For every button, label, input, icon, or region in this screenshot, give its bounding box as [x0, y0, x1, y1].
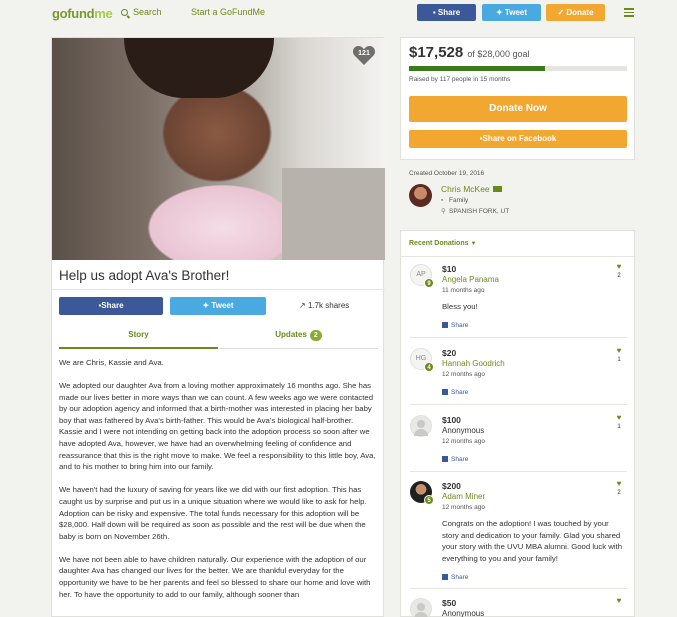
heart-icon: ♥	[616, 346, 622, 355]
facebook-icon	[442, 322, 448, 328]
location-pin-icon: ⚲	[441, 208, 446, 215]
recent-donations-card: Recent Donations ▼ AP 9 $10 Angela Panama…	[400, 230, 636, 617]
tag-icon: ▪	[441, 197, 444, 204]
campaign-card: 121 Help us adopt Ava's Brother! ▪Share …	[51, 37, 385, 617]
recent-donations-header[interactable]: Recent Donations ▼	[409, 240, 476, 247]
chevron-down-icon: ▼	[470, 241, 477, 247]
donor-name[interactable]: Adam Miner	[442, 492, 485, 501]
share-row: ▪Share ✦ Tweet ↗ 1.7k shares	[52, 289, 385, 326]
donor-name: Anonymous	[442, 426, 485, 435]
raised-by-text: Raised by 117 people in 15 months	[409, 76, 511, 83]
donor-badge: 4	[424, 362, 434, 372]
content-tabs: Story Updates 2	[59, 325, 378, 349]
like-button[interactable]: ♥ 1	[614, 346, 624, 363]
organizer-name[interactable]: Chris McKee	[441, 184, 502, 194]
created-date: Created October 19, 2016	[409, 170, 485, 177]
heart-icon: ♥	[616, 479, 622, 488]
header-donate-button[interactable]: ✓ Donate	[546, 4, 605, 21]
share-count: ↗ 1.7k shares	[299, 301, 350, 310]
menu-icon[interactable]	[624, 8, 634, 19]
donation-amount: $100	[442, 415, 461, 425]
like-button[interactable]: ♥ 2	[614, 262, 624, 279]
heart-count-badge[interactable]: 121	[352, 44, 376, 66]
facebook-icon	[442, 389, 448, 395]
envelope-icon[interactable]	[492, 186, 502, 192]
donation-time: 12 months ago	[442, 504, 486, 511]
donation-share-link[interactable]: Share	[442, 322, 468, 329]
story-paragraph: We adopted our daughter Ava from a lovin…	[59, 381, 376, 472]
anonymous-avatar-icon	[410, 598, 432, 617]
header-tweet-button[interactable]: ✦ Tweet	[482, 4, 541, 21]
trending-icon: ↗	[299, 301, 308, 310]
donor-name[interactable]: Angela Panama	[442, 275, 499, 284]
like-button[interactable]: ♥ 1	[614, 413, 624, 430]
donor-badge: 5	[424, 495, 434, 505]
search-link[interactable]: Search	[121, 7, 162, 17]
donation-time: 12 months ago	[442, 438, 486, 445]
campaign-title: Help us adopt Ava's Brother!	[59, 268, 230, 283]
donation-message: Congrats on the adoption! I was touched …	[442, 519, 623, 563]
story-paragraph: We are Chris, Kassie and Ava.	[59, 358, 164, 367]
story-paragraph: We have not been able to have children n…	[59, 554, 371, 599]
like-button[interactable]: ♥ 2	[614, 479, 624, 496]
donor-badge: 9	[424, 278, 434, 288]
tab-updates[interactable]: Updates 2	[219, 325, 378, 349]
heart-icon: ♥	[616, 413, 622, 422]
donation-amount: $50	[442, 598, 457, 608]
donation-share-link[interactable]: Share	[442, 456, 468, 463]
search-icon	[121, 9, 128, 16]
facebook-share-button[interactable]: ▪Share	[59, 297, 163, 315]
goal-card: $17,528 of $28,000 goal Raised by 117 pe…	[400, 37, 635, 160]
header-facebook-share-button[interactable]: ▪ Share	[417, 4, 476, 21]
facebook-icon	[442, 456, 448, 462]
donation-time: 11 months ago	[442, 287, 485, 294]
donation-message: Bless you!	[442, 302, 478, 311]
organizer-category: ▪ Family	[441, 197, 469, 204]
heart-icon: ♥	[616, 596, 622, 605]
top-nav: gofundme Search Start a GoFundMe ▪ Share…	[0, 0, 677, 26]
donation-amount: $20	[442, 348, 457, 358]
twitter-icon: ✦	[495, 8, 505, 17]
organizer: Chris McKee ▪ Family ⚲ SPANISH FORK, UT	[409, 184, 629, 220]
donation-share-link[interactable]: Share	[442, 389, 468, 396]
gofundme-logo[interactable]: gofundme	[52, 6, 113, 21]
donation-share-link[interactable]: Share	[442, 574, 468, 581]
donor-name[interactable]: Hannah Goodrich	[442, 359, 505, 368]
story-paragraph: We haven't had the luxury of saving for …	[59, 485, 367, 541]
amount-raised: $17,528 of $28,000 goal	[409, 44, 530, 61]
organizer-avatar	[409, 184, 432, 207]
tweet-button[interactable]: ✦ Tweet	[170, 297, 266, 315]
tab-story[interactable]: Story	[59, 325, 218, 349]
organizer-location: ⚲ SPANISH FORK, UT	[441, 208, 510, 215]
like-button[interactable]: ♥	[614, 596, 624, 605]
donation-time: 12 months ago	[442, 371, 486, 378]
donor-name: Anonymous	[442, 609, 485, 617]
donation-amount: $10	[442, 264, 457, 274]
anonymous-avatar-icon	[410, 415, 432, 437]
heart-icon: ♥	[616, 262, 622, 271]
progress-fill	[409, 66, 546, 71]
donation-amount: $200	[442, 481, 461, 491]
story-text: We are Chris, Kassie and Ava. We adopted…	[59, 357, 377, 612]
campaign-photo: 121	[52, 38, 385, 260]
donate-now-button[interactable]: Donate Now	[409, 96, 627, 122]
updates-count-badge: 2	[309, 330, 322, 341]
share-on-facebook-button[interactable]: ▪Share on Facebook	[409, 130, 627, 148]
facebook-icon	[442, 574, 448, 580]
start-gofundme-link[interactable]: Start a GoFundMe	[191, 7, 265, 17]
progress-bar	[409, 66, 627, 71]
